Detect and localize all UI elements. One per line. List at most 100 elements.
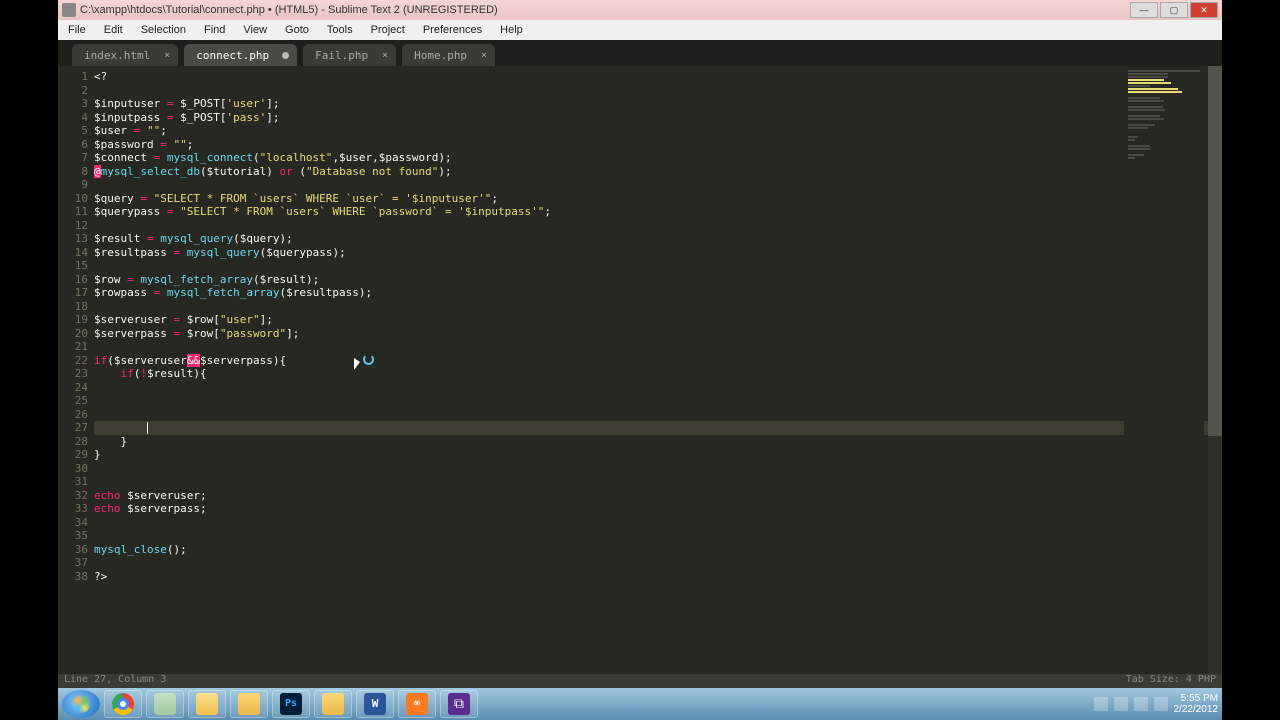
code-line[interactable]: mysql_close();	[94, 543, 1222, 557]
code-line[interactable]: $password = "";	[94, 138, 1222, 152]
line-number-gutter: 1234567891011121314151617181920212223242…	[58, 66, 94, 674]
folder-icon	[322, 693, 344, 715]
tab-close-icon[interactable]: ×	[164, 50, 170, 61]
tab-fail-php[interactable]: Fail.php×	[303, 44, 396, 66]
line-number: 16	[58, 273, 88, 287]
taskbar-clock[interactable]: 5:55 PM 2/22/2012	[1174, 693, 1219, 715]
menu-goto[interactable]: Goto	[277, 22, 317, 38]
code-line[interactable]	[94, 421, 1222, 435]
taskbar-app-ps[interactable]: Ps	[272, 690, 310, 718]
menu-project[interactable]: Project	[363, 22, 413, 38]
code-line[interactable]: if($serveruser&&$serverpass){	[94, 354, 1222, 368]
line-number: 15	[58, 259, 88, 273]
minimize-button[interactable]: —	[1130, 2, 1158, 18]
code-line[interactable]: $querypass = "SELECT * FROM `users` WHER…	[94, 205, 1222, 219]
menu-tools[interactable]: Tools	[319, 22, 361, 38]
line-number: 28	[58, 435, 88, 449]
taskbar-app-vs[interactable]	[440, 690, 478, 718]
tab-index-html[interactable]: index.html×	[72, 44, 178, 66]
tray-flag-icon[interactable]	[1094, 697, 1108, 711]
menu-preferences[interactable]: Preferences	[415, 22, 490, 38]
line-number: 25	[58, 394, 88, 408]
tabs-row: index.html× connect.php Fail.php× Home.php×	[58, 40, 1222, 66]
title-bar: C:\xampp\htdocs\Tutorial\connect.php • (…	[58, 0, 1222, 20]
tab-close-icon[interactable]: ×	[382, 50, 388, 61]
code-line[interactable]	[94, 84, 1222, 98]
code-line[interactable]	[94, 408, 1222, 422]
code-line[interactable]	[94, 529, 1222, 543]
tab-close-icon[interactable]: ×	[481, 50, 487, 61]
code-line[interactable]: }	[94, 435, 1222, 449]
line-number: 19	[58, 313, 88, 327]
code-line[interactable]: echo $serveruser;	[94, 489, 1222, 503]
code-line[interactable]: $inputpass = $_POST['pass'];	[94, 111, 1222, 125]
taskbar-app-pin[interactable]	[146, 690, 184, 718]
line-number: 38	[58, 570, 88, 584]
tray-battery-icon[interactable]	[1154, 697, 1168, 711]
maximize-button[interactable]: ▢	[1160, 2, 1188, 18]
line-number: 31	[58, 475, 88, 489]
code-line[interactable]	[94, 516, 1222, 530]
tray-network-icon[interactable]	[1114, 697, 1128, 711]
code-line[interactable]	[94, 475, 1222, 489]
code-line[interactable]: $rowpass = mysql_fetch_array($resultpass…	[94, 286, 1222, 300]
chrome-icon	[112, 693, 134, 715]
vertical-scrollbar[interactable]	[1208, 66, 1222, 674]
windows-logo-icon	[72, 695, 90, 713]
code-line[interactable]: $row = mysql_fetch_array($result);	[94, 273, 1222, 287]
code-line[interactable]: $connect = mysql_connect("localhost",$us…	[94, 151, 1222, 165]
word-icon: W	[364, 693, 386, 715]
menu-view[interactable]: View	[235, 22, 275, 38]
line-number: 37	[58, 556, 88, 570]
code-line[interactable]	[94, 178, 1222, 192]
code-line[interactable]: if(!$result){	[94, 367, 1222, 381]
taskbar-app-folder[interactable]	[230, 690, 268, 718]
line-number: 11	[58, 205, 88, 219]
minimap[interactable]	[1124, 66, 1204, 674]
close-button[interactable]: ✕	[1190, 2, 1218, 18]
line-number: 18	[58, 300, 88, 314]
code-line[interactable]: $query = "SELECT * FROM `users` WHERE `u…	[94, 192, 1222, 206]
taskbar-app-explorer[interactable]	[188, 690, 226, 718]
menu-file[interactable]: File	[60, 22, 94, 38]
taskbar-app-xampp[interactable]: ∞	[398, 690, 436, 718]
scrollbar-thumb[interactable]	[1208, 66, 1222, 436]
menu-find[interactable]: Find	[196, 22, 233, 38]
code-line[interactable]: echo $serverpass;	[94, 502, 1222, 516]
code-line[interactable]	[94, 462, 1222, 476]
tray-volume-icon[interactable]	[1134, 697, 1148, 711]
window-title: C:\xampp\htdocs\Tutorial\connect.php • (…	[80, 4, 1130, 16]
tab-home-php[interactable]: Home.php×	[402, 44, 495, 66]
code-line[interactable]	[94, 219, 1222, 233]
menu-edit[interactable]: Edit	[96, 22, 131, 38]
code-line[interactable]	[94, 340, 1222, 354]
code-line[interactable]: $user = "";	[94, 124, 1222, 138]
clock-time: 5:55 PM	[1174, 693, 1219, 704]
code-line[interactable]: $serverpass = $row["password"];	[94, 327, 1222, 341]
tab-dirty-icon	[282, 52, 289, 59]
tab-connect-php[interactable]: connect.php	[184, 44, 297, 66]
start-button[interactable]	[62, 690, 100, 718]
code-line[interactable]: }	[94, 448, 1222, 462]
line-number: 22	[58, 354, 88, 368]
code-line[interactable]: $inputuser = $_POST['user'];	[94, 97, 1222, 111]
code-line[interactable]: ?>	[94, 570, 1222, 584]
code-line[interactable]: $resultpass = mysql_query($querypass);	[94, 246, 1222, 260]
code-content[interactable]: <? $inputuser = $_POST['user'];$inputpass…	[94, 66, 1222, 674]
code-line[interactable]: $serveruser = $row["user"];	[94, 313, 1222, 327]
code-line[interactable]	[94, 556, 1222, 570]
menu-help[interactable]: Help	[492, 22, 531, 38]
taskbar-app-word[interactable]: W	[356, 690, 394, 718]
taskbar-app-chrome[interactable]	[104, 690, 142, 718]
code-line[interactable]	[94, 259, 1222, 273]
explorer-icon	[196, 693, 218, 715]
code-line[interactable]	[94, 381, 1222, 395]
menu-selection[interactable]: Selection	[133, 22, 194, 38]
system-tray: 5:55 PM 2/22/2012	[1094, 693, 1219, 715]
code-line[interactable]	[94, 394, 1222, 408]
code-line[interactable]: <?	[94, 70, 1222, 84]
code-line[interactable]: $result = mysql_query($query);	[94, 232, 1222, 246]
code-line[interactable]	[94, 300, 1222, 314]
code-line[interactable]: @mysql_select_db($tutorial) or ("Databas…	[94, 165, 1222, 179]
taskbar-app-folder[interactable]	[314, 690, 352, 718]
